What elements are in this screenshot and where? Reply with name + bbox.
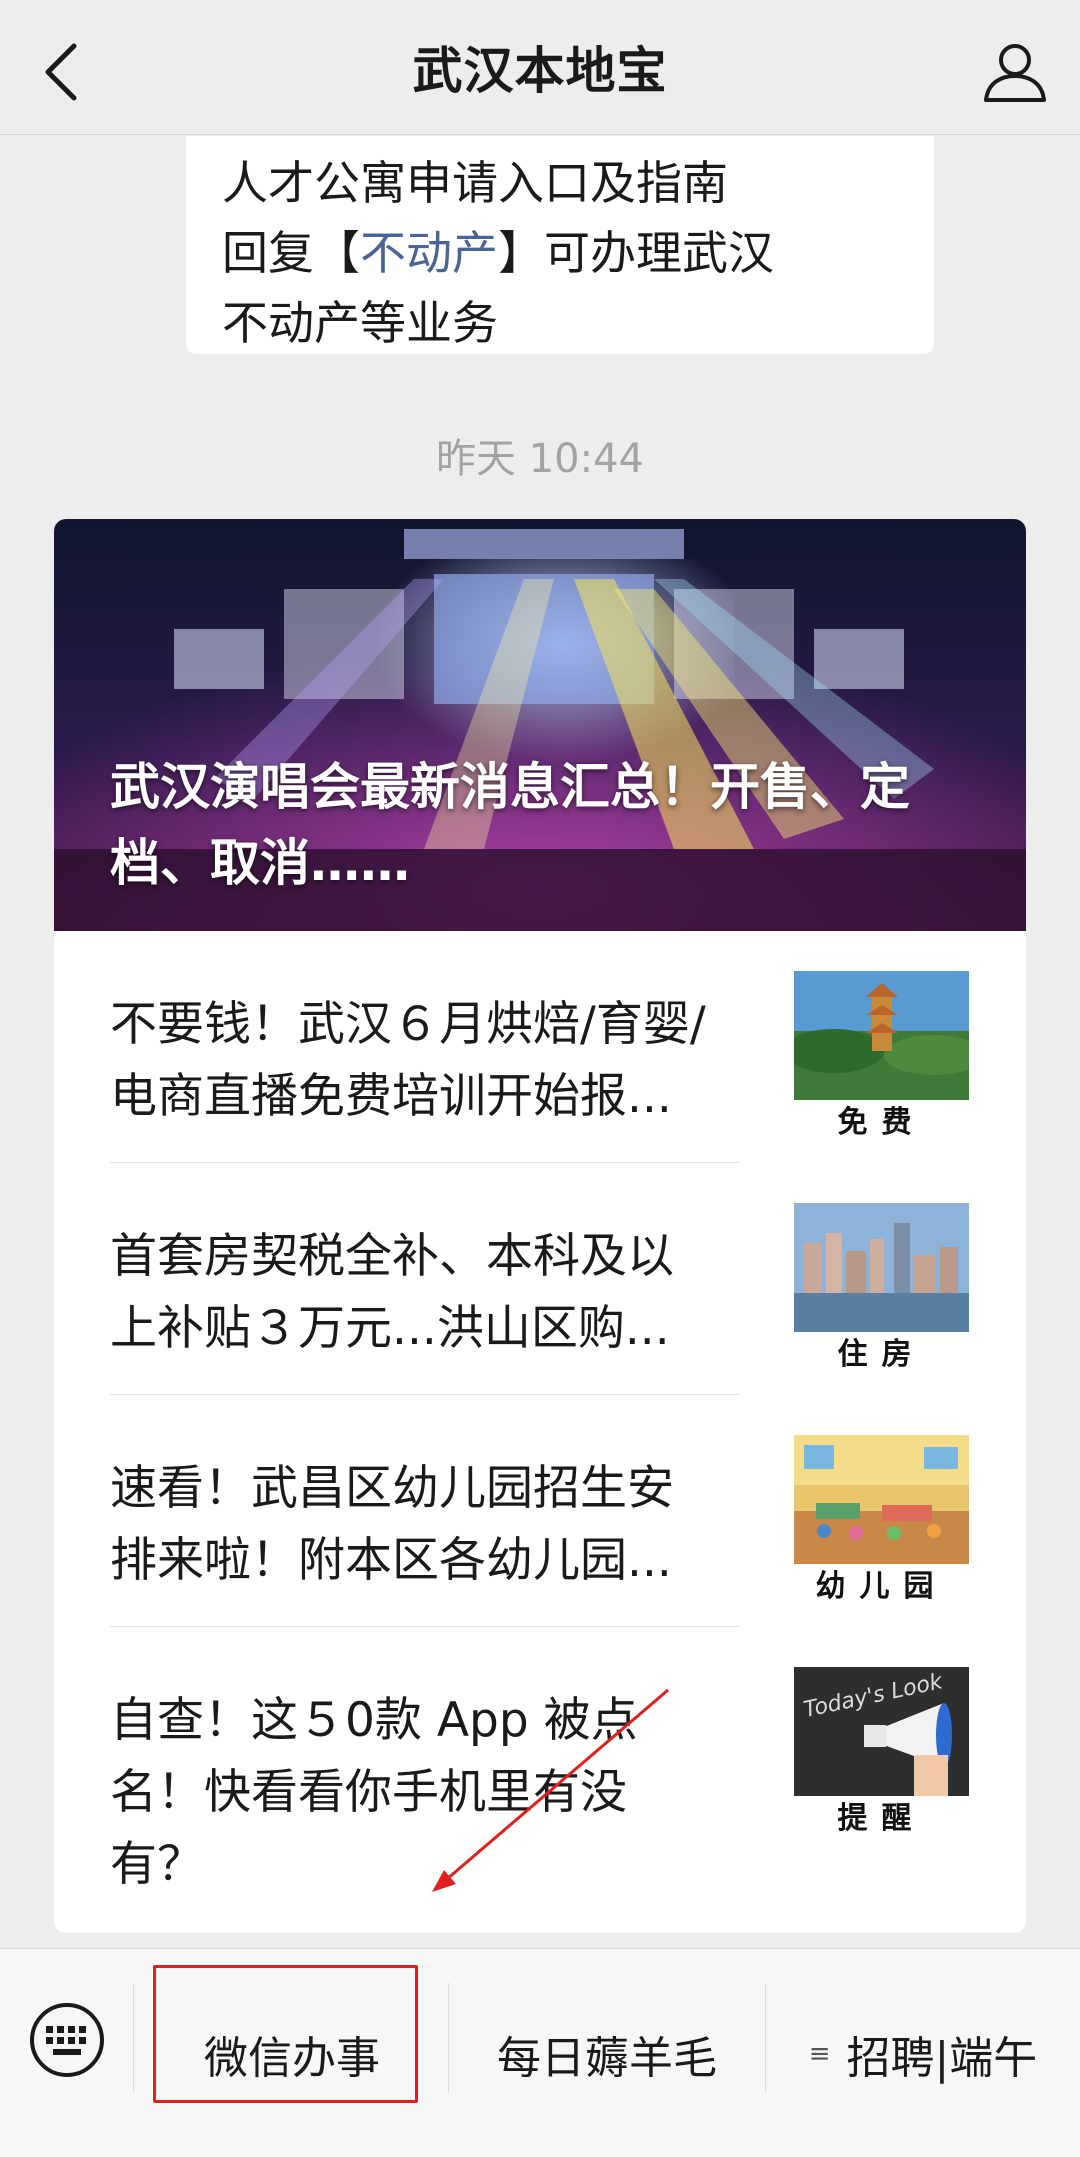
- thumbnail-tag: 提醒: [794, 1796, 969, 1842]
- menu-item-daily-deals[interactable]: 每日薅羊毛: [449, 1949, 765, 2157]
- article-title: 不要钱！武汉６月烘焙/育婴/电商直播免费培训开始报...: [110, 997, 706, 1124]
- menu-item-label: 每日薅羊毛: [497, 2032, 717, 2084]
- message-line: 不动产等业务: [222, 296, 498, 350]
- menu-item-jobs[interactable]: ≡ 招聘|端午: [766, 1949, 1080, 2157]
- list-icon: ≡: [808, 2038, 831, 2069]
- hero-article-title: 武汉演唱会最新消息汇总！开售、定档、取消……: [110, 758, 910, 892]
- article-title: 自查！这５0款 App 被点名！快看看你手机里有没有？: [110, 1693, 638, 1892]
- article-item[interactable]: 速看！武昌区幼儿园招生安排来啦！附本区各幼儿园... 幼儿园: [54, 1395, 1026, 1627]
- kindergarten-classroom-image: [794, 1435, 969, 1564]
- hero-article[interactable]: 武汉演唱会最新消息汇总！开售、定档、取消……: [54, 519, 1026, 931]
- article-item[interactable]: 首套房契税全补、本科及以上补贴３万元...洪山区购... 住房: [54, 1163, 1026, 1395]
- menu-item-label: 招聘|端午: [846, 2032, 1038, 2084]
- article-title: 首套房契税全补、本科及以上补贴３万元...洪山区购...: [110, 1229, 674, 1356]
- chevron-left-icon[interactable]: [38, 42, 88, 102]
- message-text: 】可办理武汉: [498, 226, 774, 280]
- thumbnail-tag: 免费: [794, 1100, 969, 1146]
- message-line: 回复【不动产】可办理武汉: [222, 218, 894, 288]
- thumbnail-tag: 住房: [794, 1332, 969, 1378]
- keyboard-icon[interactable]: [28, 2001, 106, 2079]
- megaphone-chalkboard-image: Today's Look: [794, 1667, 969, 1796]
- timestamp: 昨天 10:44: [436, 436, 644, 482]
- thumbnail-tag: 幼儿园: [794, 1564, 969, 1610]
- article-item[interactable]: 自查！这５0款 App 被点名！快看看你手机里有没有？ Today's Look…: [54, 1627, 1026, 1892]
- highlight-box: [153, 1965, 418, 2103]
- article-card: 武汉演唱会最新消息汇总！开售、定档、取消…… 不要钱！武汉６月烘焙/育婴/电商直…: [54, 519, 1026, 1933]
- bottom-menu: 微信办事 每日薅羊毛 ≡ 招聘|端午: [0, 1948, 1080, 2157]
- keyword-link[interactable]: 不动产: [360, 226, 498, 280]
- page-title: 武汉本地宝: [412, 42, 668, 100]
- user-icon[interactable]: [980, 38, 1050, 108]
- chat-area[interactable]: 人才公寓申请入口及指南 回复【不动产】可办理武汉 不动产等业务 昨天 10:44: [0, 136, 1080, 1948]
- text-message: 人才公寓申请入口及指南 回复【不动产】可办理武汉 不动产等业务: [186, 136, 934, 354]
- nav-bar: 武汉本地宝: [0, 0, 1080, 135]
- city-skyline-image: [794, 1203, 969, 1332]
- article-item[interactable]: 不要钱！武汉６月烘焙/育婴/电商直播免费培训开始报... 免费: [54, 931, 1026, 1163]
- article-thumbnail: Today's Look 提醒: [794, 1667, 969, 1842]
- article-thumbnail: 住房: [794, 1203, 969, 1378]
- message-line: 人才公寓申请入口及指南: [222, 156, 728, 210]
- article-title: 速看！武昌区幼儿园招生安排来啦！附本区各幼儿园...: [110, 1461, 674, 1588]
- tower-landscape-image: [794, 971, 969, 1100]
- article-thumbnail: 免费: [794, 971, 969, 1146]
- article-thumbnail: 幼儿园: [794, 1435, 969, 1610]
- message-text: 回复【: [222, 226, 360, 280]
- menu-separator: [133, 1983, 134, 2093]
